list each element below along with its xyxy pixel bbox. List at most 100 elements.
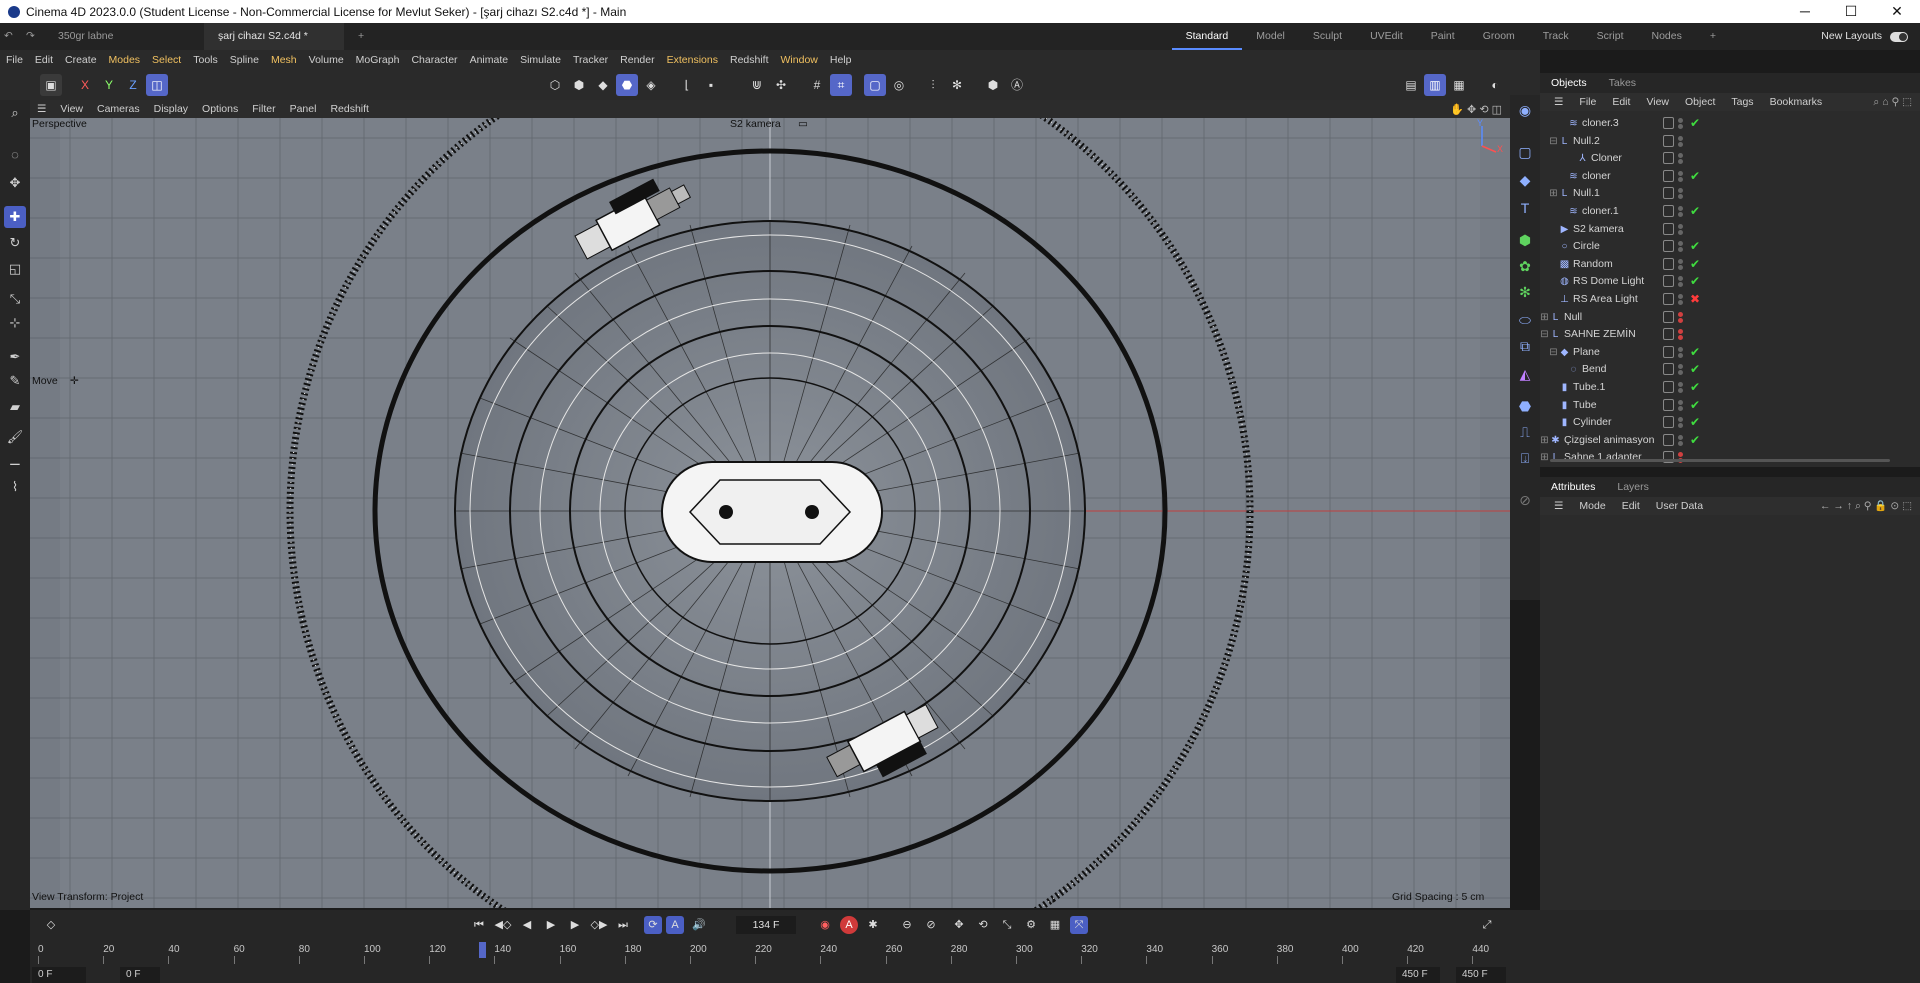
camera-object-icon[interactable]: ⬣ [1514,395,1536,417]
render-to-picture-viewer-icon[interactable]: ▥ [1424,74,1446,96]
object-name[interactable]: S2 kamera [1573,221,1624,238]
attributes-hamburger-icon[interactable]: ☰ [1546,500,1571,512]
object-row[interactable]: ⊟ L Null.2 [1540,133,1920,150]
menu-tools[interactable]: Tools [187,54,224,66]
layer-checkbox[interactable] [1663,275,1674,288]
layout-sculpt[interactable]: Sculpt [1299,23,1356,50]
object-name[interactable]: RS Dome Light [1573,273,1644,290]
enabled-check-icon[interactable]: ✔ [1690,414,1700,431]
preview-end-field[interactable]: 450 F [1396,967,1440,983]
layer-checkbox[interactable] [1663,310,1674,323]
tab-takes[interactable]: Takes [1598,73,1647,93]
object-name[interactable]: RS Area Light [1573,291,1638,308]
viewport-refresh-icon[interactable]: ◐ [1484,74,1506,96]
live-selection-icon[interactable]: ◌ [4,144,26,166]
spline-sketch-icon[interactable]: ✎ [4,370,26,392]
objects-hamburger-icon[interactable]: ☰ [1546,96,1571,108]
enabled-check-icon[interactable]: ✔ [1690,238,1700,255]
layer-checkbox[interactable] [1663,293,1674,305]
object-row[interactable]: ⊟ ◆ Plane ✔ [1540,344,1920,361]
attributes-nav-icons[interactable]: ← → ↑ ⌕ ⚲ 🔒 ⊙ ⬚ [1812,499,1920,513]
viewport-menu-redshift[interactable]: Redshift [323,103,376,115]
collapse-icon[interactable]: ⊟ [1548,136,1559,147]
object-name[interactable]: Tube.1 [1573,379,1605,396]
move-tool-icon[interactable]: ✚ [4,206,26,228]
layer-checkbox[interactable] [1663,398,1674,411]
key-scale-icon[interactable]: ⤡ [998,916,1016,934]
uv-mode-icon[interactable]: ◈ [640,74,662,96]
visibility-dots[interactable] [1678,223,1684,236]
visibility-dots[interactable] [1678,118,1684,130]
maximize-button[interactable]: ☐ [1828,0,1874,23]
model-mode-icon[interactable]: ⬣ [616,74,638,96]
loop-icon[interactable]: ⟳ [644,916,662,934]
visibility-dots[interactable] [1678,329,1684,341]
object-row[interactable]: ≋ cloner.3 ✔ [1540,115,1920,132]
menu-mograph[interactable]: MoGraph [350,54,406,66]
tab-attributes[interactable]: Attributes [1540,477,1606,497]
knife-tool-icon[interactable]: ⚊ [4,450,26,472]
layout-track[interactable]: Track [1529,23,1583,50]
layer-checkbox[interactable] [1663,363,1674,376]
rotate-tool-icon[interactable]: ↻ [4,232,26,254]
new-tab-icon[interactable]: + [344,23,378,50]
effector-icon[interactable]: ✻ [1514,281,1536,303]
menu-render[interactable]: Render [614,54,660,66]
enabled-check-icon[interactable]: ✔ [1690,344,1700,361]
axis-mode-icon[interactable]: ⌊ [676,74,698,96]
polygons-mode-icon[interactable]: ◆ [592,74,614,96]
objects-menu-bookmarks[interactable]: Bookmarks [1762,96,1831,108]
menu-create[interactable]: Create [59,54,103,66]
layout-standard[interactable]: Standard [1171,23,1243,50]
enabled-check-icon[interactable]: ✔ [1690,168,1700,185]
tab-layers[interactable]: Layers [1606,477,1660,497]
viewport-hamburger-icon[interactable]: ☰ [30,103,53,115]
deformer-icon[interactable]: ⬭ [1514,309,1536,331]
previous-frame-icon[interactable]: ◀ [518,916,536,934]
menu-tracker[interactable]: Tracker [567,54,614,66]
enabled-check-icon[interactable]: ✔ [1690,397,1700,414]
objects-menu-edit[interactable]: Edit [1604,96,1638,108]
objects-menu-object[interactable]: Object [1677,96,1723,108]
object-row[interactable]: ⊞ L Sahne 1 adapter [1540,449,1920,466]
viewport-menu-display[interactable]: Display [147,103,195,115]
layout-paint[interactable]: Paint [1417,23,1469,50]
viewport-menu-view[interactable]: View [53,103,90,115]
next-frame-icon[interactable]: ▶ [566,916,584,934]
layer-checkbox[interactable] [1663,152,1674,165]
visibility-dots[interactable] [1678,399,1684,412]
start-frame-field[interactable]: 0 F [32,967,86,983]
visibility-dots[interactable] [1678,382,1684,394]
expand-icon[interactable]: ⊞ [1539,452,1550,463]
autokey-button[interactable]: A [840,916,858,934]
object-row[interactable]: ▮ Tube.1 ✔ [1540,379,1920,396]
menu-animate[interactable]: Animate [464,54,515,66]
attributes-menu-edit[interactable]: Edit [1614,500,1648,512]
layer-checkbox[interactable] [1663,416,1674,429]
menu-simulate[interactable]: Simulate [514,54,567,66]
visibility-dots[interactable] [1678,258,1684,271]
visibility-dots[interactable] [1678,417,1684,429]
enabled-check-icon[interactable]: ✔ [1690,115,1700,132]
redshift-icon[interactable]: ⬢ [982,74,1004,96]
object-name[interactable]: Tube [1573,397,1597,414]
expand-timeline-icon[interactable]: ⤢ [1478,916,1496,934]
object-row[interactable]: ▮ Cylinder ✔ [1540,414,1920,431]
viewport-navigation-icons[interactable]: ✋ ✥ ⟲ ◫ [1450,103,1502,116]
layer-checkbox[interactable] [1663,169,1674,182]
tweak-icon[interactable]: ✣ [770,74,792,96]
object-name[interactable]: Plane [1573,344,1600,361]
playback-rate-icon[interactable]: A [666,916,684,934]
menu-extensions[interactable]: Extensions [661,54,724,66]
texture-mode-icon[interactable]: ▪ [700,74,722,96]
visibility-dots[interactable] [1678,153,1684,165]
menu-redshift[interactable]: Redshift [724,54,775,66]
key-position-icon[interactable]: ⊖ [898,916,916,934]
add-layout-icon[interactable]: + [1696,23,1730,50]
visibility-dots[interactable] [1678,135,1684,148]
object-row[interactable]: ◌ Bend ✔ [1540,361,1920,378]
new-layouts-toggle[interactable] [1890,31,1908,42]
sculpt-brush-icon[interactable]: ⫶ [922,74,944,96]
tab-objects[interactable]: Objects [1540,73,1598,93]
object-name[interactable]: SAHNE ZEMİN [1564,326,1636,343]
